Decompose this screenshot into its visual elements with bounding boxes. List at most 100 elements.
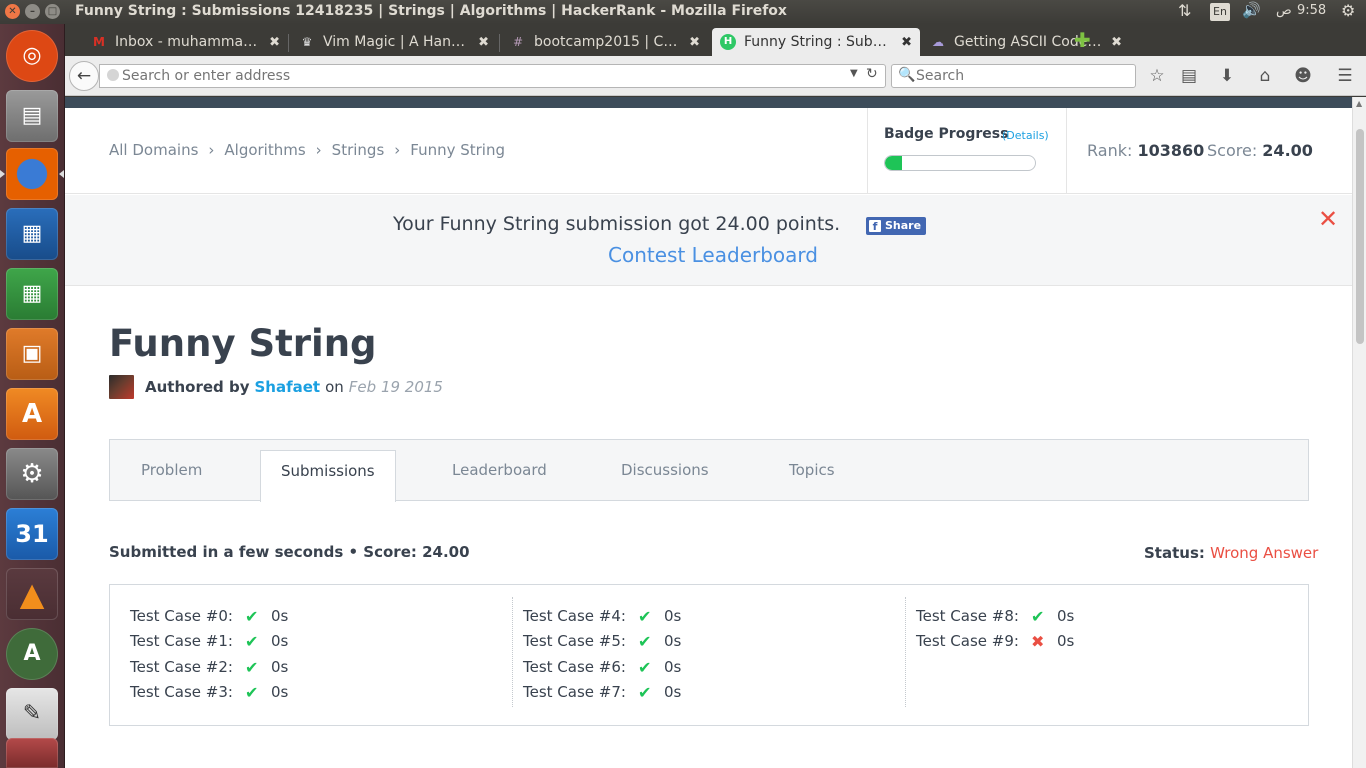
breadcrumb-algorithms[interactable]: Algorithms xyxy=(224,141,305,159)
chevron-right-icon: › xyxy=(394,141,401,159)
breadcrumb: All Domains › Algorithms › Strings › Fun… xyxy=(109,141,505,159)
tab-problem[interactable]: Problem xyxy=(141,440,202,501)
tab-topics[interactable]: Topics xyxy=(789,440,835,501)
files-icon[interactable]: ▤ xyxy=(6,90,58,142)
breadcrumb-all-domains[interactable]: All Domains xyxy=(109,141,198,159)
vim-crown-icon: ♛ xyxy=(301,35,313,49)
firefox-icon[interactable] xyxy=(6,148,58,200)
test-case-time: 0s xyxy=(664,632,682,650)
volume-icon[interactable]: 🔊 xyxy=(1242,1,1261,19)
breadcrumb-funny-string[interactable]: Funny String xyxy=(410,141,505,159)
authored-by-label: Authored by xyxy=(145,378,250,396)
system-settings-icon[interactable]: ⚙ xyxy=(6,448,58,500)
test-case-name: Test Case #1: xyxy=(130,632,233,650)
close-tab-icon[interactable]: ✖ xyxy=(269,35,280,50)
test-case-time: 0s xyxy=(664,683,682,701)
bookmarks-menu-icon[interactable]: ▤ xyxy=(1179,66,1199,86)
browser-tab[interactable]: ♛ Vim Magic | A Handy... ✖ xyxy=(291,28,497,56)
test-case-row: Test Case #1: ✔ 0s xyxy=(130,631,288,651)
trash-icon[interactable] xyxy=(6,738,58,768)
avatar[interactable] xyxy=(109,375,134,399)
url-bar[interactable]: ▼ ↻ xyxy=(99,64,886,88)
notice-message: Your Funny String submission got 24.00 p… xyxy=(393,213,841,235)
globe-icon xyxy=(107,69,119,81)
tab-leaderboard[interactable]: Leaderboard xyxy=(452,440,547,501)
contest-leaderboard-link[interactable]: Contest Leaderboard xyxy=(608,243,818,267)
badge-progress-bar xyxy=(884,155,1036,171)
close-tab-icon[interactable]: ✖ xyxy=(689,35,700,50)
test-case-time: 0s xyxy=(271,683,289,701)
url-input[interactable] xyxy=(122,67,822,85)
url-dropdown-icon[interactable]: ▼ xyxy=(850,68,858,79)
bookmark-star-icon[interactable]: ☆ xyxy=(1147,66,1167,86)
keyboard-layout-indicator[interactable]: En xyxy=(1210,3,1230,21)
test-case-row: Test Case #4: ✔ 0s xyxy=(523,606,681,626)
window-maximize-button[interactable]: □ xyxy=(45,4,60,19)
software-center-icon[interactable]: A xyxy=(6,388,58,440)
test-case-name: Test Case #3: xyxy=(130,683,233,701)
hamburger-menu-icon[interactable]: ☰ xyxy=(1335,66,1355,86)
page-scrollbar[interactable]: ▲ xyxy=(1352,97,1366,768)
close-tab-icon[interactable]: ✖ xyxy=(1111,35,1122,50)
reload-icon[interactable]: ↻ xyxy=(866,66,878,82)
check-icon: ✔ xyxy=(245,657,259,677)
badge-progress-box: Badge Progress (Details) xyxy=(867,108,1067,194)
search-input[interactable] xyxy=(916,67,1126,85)
browser-tab[interactable]: M Inbox - muhammad.i... ✖ xyxy=(83,28,288,56)
facebook-share-button[interactable]: f Share xyxy=(866,217,927,235)
browser-tab[interactable]: ☁ Getting ASCII Code i... ✖ xyxy=(922,28,1130,56)
browser-tab[interactable]: # bootcamp2015 | Co... ✖ xyxy=(502,28,708,56)
scroll-up-icon[interactable]: ▲ xyxy=(1356,99,1362,108)
chevron-right-icon: › xyxy=(208,141,215,159)
new-tab-plus-icon[interactable]: ✚ xyxy=(1074,30,1091,50)
badge-progress-fill xyxy=(885,156,902,170)
chat-icon[interactable]: ☻ xyxy=(1293,66,1313,86)
close-icon[interactable]: ✕ xyxy=(1318,205,1338,233)
ubuntu-dash-icon[interactable]: ◎ xyxy=(6,30,58,82)
window-minimize-button[interactable]: – xyxy=(25,4,40,19)
calendar-icon[interactable]: 31 xyxy=(6,508,58,560)
check-icon: ✔ xyxy=(638,631,652,651)
home-icon[interactable]: ⌂ xyxy=(1255,66,1275,86)
chevron-right-icon: › xyxy=(315,141,322,159)
badge-details-link[interactable]: (Details) xyxy=(1002,129,1049,142)
writer-icon[interactable]: ▦ xyxy=(6,208,58,260)
impress-icon[interactable]: ▣ xyxy=(6,328,58,380)
system-gear-icon[interactable]: ⚙ xyxy=(1341,1,1355,20)
test-case-row: Test Case #6: ✔ 0s xyxy=(523,657,681,677)
search-icon: 🔍 xyxy=(898,67,916,83)
close-tab-icon[interactable]: ✖ xyxy=(901,35,912,50)
badge-progress-title: Badge Progress xyxy=(884,126,1009,142)
text-editor-icon[interactable]: ✎ xyxy=(6,688,58,740)
author-on-label: on xyxy=(325,378,344,396)
test-case-row: Test Case #0: ✔ 0s xyxy=(130,606,288,626)
author-date: Feb 19 2015 xyxy=(348,378,443,396)
test-case-name: Test Case #7: xyxy=(523,683,626,701)
challenge-header: All Domains › Algorithms › Strings › Fun… xyxy=(65,108,1352,194)
share-label: Share xyxy=(885,219,922,232)
clock-time[interactable]: 9:58 xyxy=(1297,3,1326,18)
breadcrumb-strings[interactable]: Strings xyxy=(332,141,385,159)
test-case-name: Test Case #9: xyxy=(916,632,1019,650)
test-case-name: Test Case #5: xyxy=(523,632,626,650)
search-bar[interactable]: 🔍 xyxy=(891,64,1136,88)
tab-discussions[interactable]: Discussions xyxy=(621,440,709,501)
scrollbar-thumb[interactable] xyxy=(1356,129,1364,344)
window-close-button[interactable]: ✕ xyxy=(5,4,20,19)
test-case-row: Test Case #8: ✔ 0s xyxy=(916,606,1074,626)
back-button[interactable]: ← xyxy=(69,61,99,91)
close-tab-icon[interactable]: ✖ xyxy=(478,35,489,50)
downloads-icon[interactable]: ⬇ xyxy=(1217,66,1237,86)
calc-icon[interactable]: ▦ xyxy=(6,268,58,320)
test-case-time: 0s xyxy=(1057,632,1075,650)
browser-tab-active[interactable]: H Funny String : Submi... ✖ xyxy=(712,28,920,56)
test-column: Test Case #8: ✔ 0s Test Case #9: ✖ 0s xyxy=(905,597,1295,707)
test-case-name: Test Case #8: xyxy=(916,607,1019,625)
hackerrank-icon: H xyxy=(720,34,736,50)
author-link[interactable]: Shafaet xyxy=(255,378,321,396)
vlc-icon[interactable]: ▲ xyxy=(6,568,58,620)
network-icon[interactable]: ⇅ xyxy=(1178,1,1191,20)
tab-submissions[interactable]: Submissions xyxy=(260,450,396,502)
update-manager-icon[interactable]: A xyxy=(6,628,58,680)
test-case-name: Test Case #0: xyxy=(130,607,233,625)
